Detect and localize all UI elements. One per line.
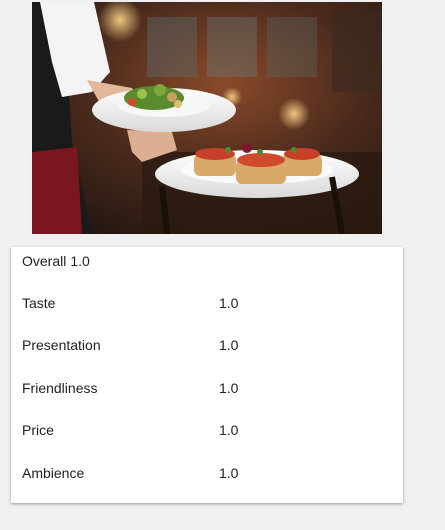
rating-label: Friendliness	[22, 380, 98, 396]
rating-value: 1.0	[219, 380, 239, 396]
rating-row-ambience: Ambience 1.0	[22, 465, 392, 485]
rating-card: Overall 1.0 Taste 1.0 Presentation 1.0 Fr…	[11, 247, 403, 503]
rating-row-friendliness: Friendliness 1.0	[22, 380, 392, 400]
rating-row-taste: Taste 1.0	[22, 295, 392, 315]
rating-label: Taste	[22, 295, 56, 311]
rating-label: Ambience	[22, 465, 85, 481]
rating-value: 1.0	[219, 465, 239, 481]
overall-value: 1.0	[70, 253, 90, 269]
rating-value: 1.0	[219, 422, 239, 438]
rating-label: Price	[22, 422, 54, 438]
rating-value: 1.0	[219, 295, 239, 311]
rating-row-price: Price 1.0	[22, 422, 392, 442]
restaurant-photo	[32, 2, 382, 234]
overall-rating: Overall 1.0	[22, 253, 90, 269]
rating-value: 1.0	[219, 337, 239, 353]
overall-label: Overall	[22, 253, 67, 269]
rating-label: Presentation	[22, 337, 101, 353]
rating-row-presentation: Presentation 1.0	[22, 337, 392, 357]
